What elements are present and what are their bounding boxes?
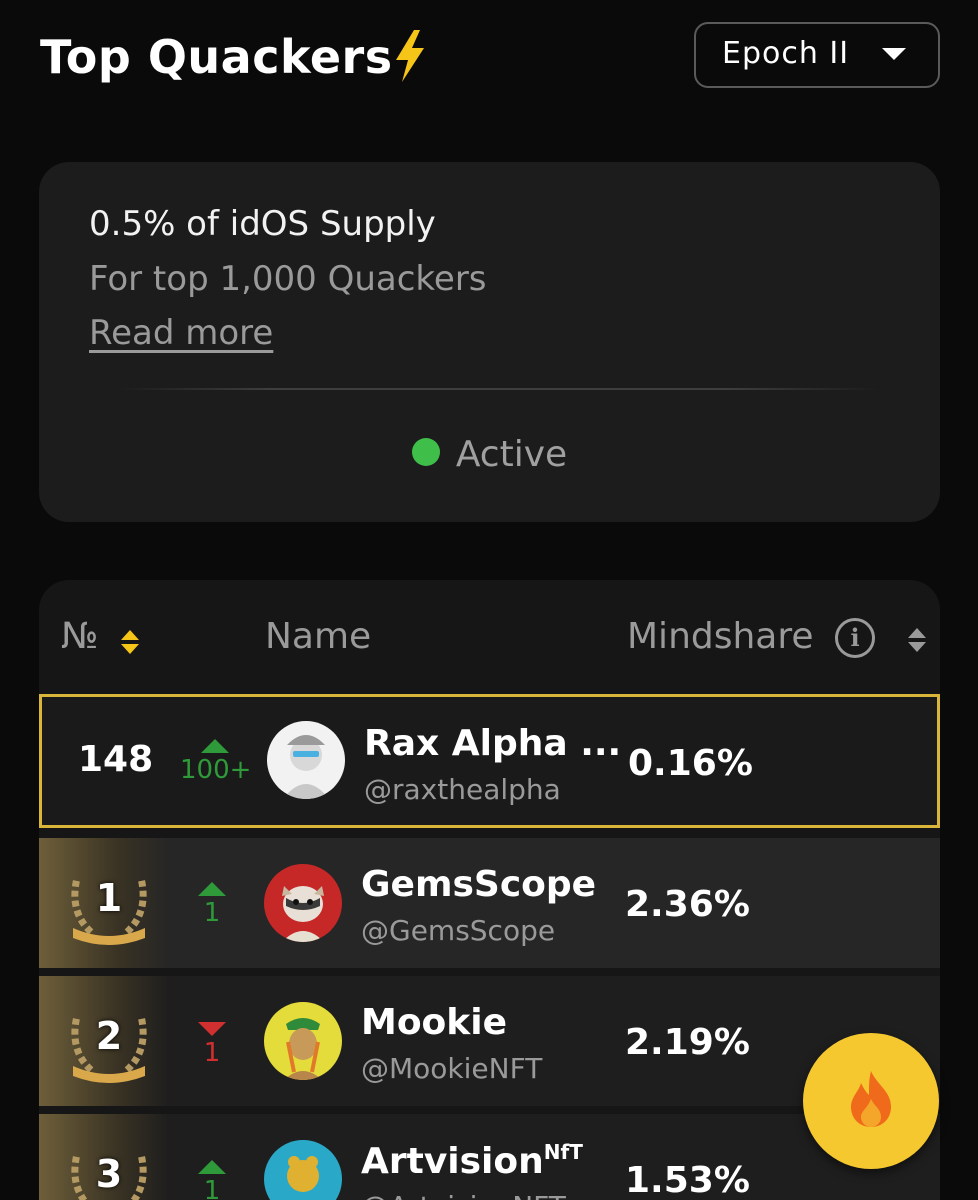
user-handle: @GemsScope (361, 914, 556, 947)
reward-subtitle: For top 1,000 Quackers (89, 259, 487, 299)
rank-change-value: 1 (203, 1176, 221, 1200)
user-handle: @ArtvisionNFT (361, 1190, 566, 1200)
lightning-bolt-icon (396, 30, 424, 82)
rank-number: 2 (95, 1014, 123, 1058)
mindshare-value: 1.53% (625, 1160, 750, 1200)
mindshare-column-header[interactable]: Mindshare (627, 616, 814, 657)
rank-change-value: 100+ (180, 755, 252, 785)
current-user-row[interactable]: 148 100+ Rax Alpha ... @raxthealpha 0.16… (39, 694, 940, 828)
user-name: ArtvisionNfT (361, 1140, 583, 1182)
fire-icon (851, 1071, 891, 1127)
rank-change: 1 (177, 882, 247, 928)
status-dot-icon (411, 437, 440, 466)
name-column-header: Name (265, 616, 372, 657)
status-indicator: Active (39, 434, 940, 480)
table-row[interactable]: 1 1 GemsScope @GemsScope 2.36% (39, 838, 940, 968)
user-name: Mookie (361, 1002, 507, 1043)
arrow-up-icon (198, 882, 226, 896)
divider (119, 388, 879, 390)
rank-change: 100+ (180, 739, 252, 785)
rank-number: 1 (95, 876, 123, 920)
rank-number: 148 (78, 739, 154, 780)
reward-title: 0.5% of idOS Supply (89, 204, 436, 244)
mindshare-value: 2.19% (625, 1022, 750, 1063)
arrow-down-icon (198, 1022, 226, 1036)
avatar[interactable] (264, 1140, 342, 1200)
rank-number: 3 (95, 1152, 123, 1196)
table-row[interactable]: 3 1 ArtvisionNfT @ArtvisionNFT 1.53% (39, 1114, 940, 1200)
caret-down-icon (882, 48, 906, 60)
rank-change: 1 (177, 1022, 247, 1068)
sort-rank-icon[interactable] (121, 630, 139, 656)
user-handle: @raxthealpha (364, 773, 561, 806)
page-title: Top Quackers (40, 30, 393, 84)
avatar[interactable] (264, 1002, 342, 1080)
arrow-up-icon (198, 1160, 226, 1174)
avatar[interactable] (264, 864, 342, 942)
fire-action-button[interactable] (803, 1033, 939, 1169)
reward-info-card: 0.5% of idOS Supply For top 1,000 Quacke… (39, 162, 940, 522)
user-name: Rax Alpha ... (364, 723, 622, 764)
status-label: Active (455, 434, 568, 475)
rank-change: 1 (177, 1160, 247, 1200)
read-more-link[interactable]: Read more (89, 313, 273, 353)
rank-change-value: 1 (203, 1038, 221, 1068)
avatar[interactable] (267, 721, 345, 799)
epoch-selector[interactable]: Epoch II (694, 22, 940, 88)
page-header: Top Quackers Epoch II (40, 22, 940, 90)
mindshare-value: 0.16% (628, 743, 753, 784)
rank-column-header[interactable]: № (61, 616, 98, 657)
info-icon[interactable]: i (835, 618, 875, 658)
user-handle: @MookieNFT (361, 1052, 543, 1085)
user-name: GemsScope (361, 864, 597, 905)
rank-change-value: 1 (203, 898, 221, 928)
epoch-selector-label: Epoch II (722, 36, 850, 71)
arrow-up-icon (201, 739, 229, 753)
table-header: № Name Mindshare i (39, 580, 940, 692)
sort-mindshare-icon[interactable] (908, 628, 926, 654)
mindshare-value: 2.36% (625, 884, 750, 925)
